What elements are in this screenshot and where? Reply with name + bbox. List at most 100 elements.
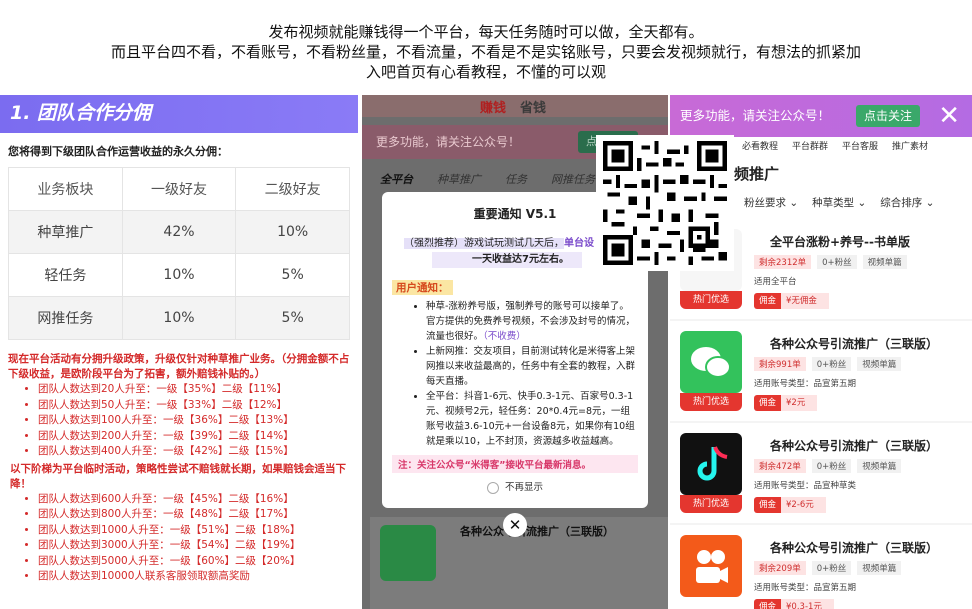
radio-icon[interactable] xyxy=(486,481,499,494)
modal-text: 游戏试玩测试几天后， xyxy=(464,238,564,249)
filter-type[interactable]: 种草类型 ⌄ xyxy=(812,187,866,219)
notice-text: 种草-涨粉养号版，强制养号的账号可以接单了。官方提供的免费养号视频，不会涉及封号… xyxy=(426,301,636,342)
list-item: 团队人数达到100人升至：一级【36%】二级【13%】 xyxy=(38,413,358,429)
table-cell: 种草推广 xyxy=(8,210,123,254)
caption-line-3: 入吧首页有心看教程，不懂的可以观 xyxy=(365,63,606,81)
fans-tag: 0+粉丝 xyxy=(811,357,852,371)
banner-text: 更多功能，请关注公众号！ xyxy=(680,108,831,123)
notice-item: 全平台：抖音1-6元、快手0.3-1元、百家号0.3-1元、视频号2元，轻任务：… xyxy=(426,389,638,449)
commission: 佣金 ¥2元 xyxy=(754,395,818,411)
commission-table: 业务板块 一级好友 二级好友 种草推广 42% 10% 轻任务 10% 5% 网… xyxy=(8,167,350,340)
modal-line-2: 一天收益达7元左右。 xyxy=(432,252,582,268)
wechat-icon xyxy=(380,525,436,581)
tab-web-task[interactable]: 网推任务 xyxy=(551,171,595,187)
list-item: 团队人数达到400人升至：一级【42%】二级【15%】 xyxy=(38,444,358,460)
link-materials[interactable]: 推广素材 xyxy=(892,137,928,159)
table-cell: 网推任务 xyxy=(8,296,123,340)
card-title: 各种公众号引流推广（三联版） xyxy=(770,439,939,453)
table-cell: 5% xyxy=(235,253,350,297)
list-item: 团队人数达到3000人升至：一级【54%】二级【19%】 xyxy=(38,538,358,554)
tab-earn[interactable]: 赚钱 xyxy=(480,97,506,116)
remain-tag: 剩余2312单 xyxy=(754,255,812,269)
link-tutorial[interactable]: 必看教程 xyxy=(742,137,778,159)
qr-code xyxy=(596,135,734,271)
commission: 佣金 ¥无佣金 xyxy=(754,293,829,309)
banner-text: 更多功能，请关注公众号！ xyxy=(376,135,521,149)
tab-task[interactable]: 任务 xyxy=(505,171,527,187)
commission-value: ¥2元 xyxy=(781,395,818,411)
wechat-icon xyxy=(680,331,742,393)
card-requirement: 适用账号类型：品宣种草类 xyxy=(754,481,857,491)
table-cell: 10% xyxy=(235,210,350,254)
commission-label: 佣金 xyxy=(754,293,782,309)
table-cell: 10% xyxy=(121,253,237,297)
hot-badge: 热门优选 xyxy=(680,291,742,309)
tiktok-icon xyxy=(680,433,742,495)
card-tags: 剩余209单 0+粉丝 视频单篇 xyxy=(754,561,902,575)
card-title: 各种公众号引流推广（三联版） xyxy=(770,337,939,351)
task-card[interactable]: 热门优选 各种公众号引流推广（三联版） 剩余472单 0+粉丝 视频单篇 适用账号类… xyxy=(670,423,972,523)
tab-all-platform[interactable]: 全平台 xyxy=(380,171,413,187)
top-tabs: 赚钱 省钱 xyxy=(362,95,668,117)
list-item: 团队人数达到20人升至：一级【35%】二级【11%】 xyxy=(38,382,358,398)
commission-subtitle: 您将得到下级团队合作运营收益的永久分佣： xyxy=(8,145,228,158)
follow-banner: 更多功能，请关注公众号！ 点击关注 ✕ xyxy=(670,95,972,137)
commission-panel: 1. 团队合作分佣 您将得到下级团队合作运营收益的永久分佣： 业务板块 一级好友… xyxy=(0,95,358,609)
task-card[interactable]: 热门优选 各种公众号引流推广（三联版） 剩余991单 0+粉丝 视频单篇 适用账号类… xyxy=(670,321,972,421)
type-tag: 视频单篇 xyxy=(857,459,902,473)
commission-label: 佣金 xyxy=(754,497,782,513)
table-header: 业务板块 xyxy=(8,167,123,211)
card-tags: 剩余991单 0+粉丝 视频单篇 xyxy=(754,357,902,371)
list-item: 团队人数达到10000人联系客服领取额高奖励 xyxy=(38,569,358,585)
modal-close-button[interactable]: ✕ xyxy=(503,513,527,537)
card-requirement: 适用全平台 xyxy=(754,277,797,287)
commission: 佣金 ¥2-6元 xyxy=(754,497,826,513)
filter-fans[interactable]: 粉丝要求 ⌄ xyxy=(744,187,798,219)
card-tags: 剩余2312单 0+粉丝 视频单篇 xyxy=(754,255,907,269)
follow-button[interactable]: 点击关注 xyxy=(855,105,920,127)
upgrade-note: 现在平台活动有分拥升级政策，升级仅针对种草推广业务。（分拥金额不占下级收益，是欧… xyxy=(8,353,350,380)
kuaishou-icon xyxy=(680,535,742,597)
hot-badge: 热门优选 xyxy=(680,393,742,411)
commission-title: 1. 团队合作分佣 xyxy=(0,95,358,133)
type-tag: 视频单篇 xyxy=(857,357,902,371)
list-item: 团队人数达到200人升至：一级【39%】二级【14%】 xyxy=(38,429,358,445)
commission-label: 佣金 xyxy=(754,395,782,411)
upgrade-list: 团队人数达到20人升至：一级【35%】二级【11%】 团队人数达到50人升至：一… xyxy=(0,382,358,460)
modal-bold: 单台设 xyxy=(564,238,594,249)
notice-suffix: （不收费） xyxy=(483,331,526,342)
card-title: 全平台涨粉+养号--书单版 xyxy=(770,235,911,249)
tab-save[interactable]: 省钱 xyxy=(520,97,546,116)
table-cell: 轻任务 xyxy=(8,253,123,297)
recommend-tag: （强烈推荐） xyxy=(404,238,464,249)
card-title: 各种公众号引流推广（三联版） xyxy=(460,525,614,538)
card-requirement: 适用账号类型：品宣第五期 xyxy=(754,583,857,593)
dont-show-again[interactable]: 不再显示 xyxy=(392,479,638,494)
list-item: 团队人数达到600人升至：一级【45%】二级【16%】 xyxy=(38,492,358,508)
type-tag: 视频单篇 xyxy=(857,561,902,575)
user-notice-label: 用户通知： xyxy=(392,280,453,295)
table-cell: 10% xyxy=(121,296,237,340)
table-header: 一级好友 xyxy=(121,167,237,211)
follow-note: 注：关注公众号“米得客”接收平台最新消息。 xyxy=(392,455,638,473)
link-service[interactable]: 平台客服 xyxy=(842,137,878,159)
hot-badge: 热门优选 xyxy=(680,495,742,513)
type-tag: 视频单篇 xyxy=(862,255,907,269)
list-item: 团队人数达到50人升至：一级【33%】二级【12%】 xyxy=(38,398,358,414)
temp-activity-list: 团队人数达到600人升至：一级【45%】二级【16%】 团队人数达到800人升至… xyxy=(0,492,358,585)
filter-sort[interactable]: 综合排序 ⌄ xyxy=(880,187,934,219)
fans-tag: 0+粉丝 xyxy=(811,459,852,473)
remain-tag: 剩余209单 xyxy=(754,561,806,575)
tab-seeding[interactable]: 种草推广 xyxy=(437,171,481,187)
card-tags: 剩余472单 0+粉丝 视频单篇 xyxy=(754,459,902,473)
commission-value: ¥2-6元 xyxy=(781,497,826,513)
card-title: 各种公众号引流推广（三联版） xyxy=(770,541,939,555)
close-icon[interactable]: ✕ xyxy=(938,95,960,137)
table-cell: 42% xyxy=(121,210,237,254)
table-cell: 5% xyxy=(235,296,350,340)
commission: 佣金 ¥0.3-1元 xyxy=(754,599,834,609)
top-caption: 发布视频就能赚钱得一个平台，每天任务随时可以做，全天都有。 而且平台四不看，不看… xyxy=(0,0,972,92)
remain-tag: 剩余991单 xyxy=(754,357,806,371)
link-group[interactable]: 平台群群 xyxy=(792,137,828,159)
task-card[interactable]: 各种公众号引流推广（三联版） 剩余209单 0+粉丝 视频单篇 适用账号类型：品宣第… xyxy=(670,525,972,609)
